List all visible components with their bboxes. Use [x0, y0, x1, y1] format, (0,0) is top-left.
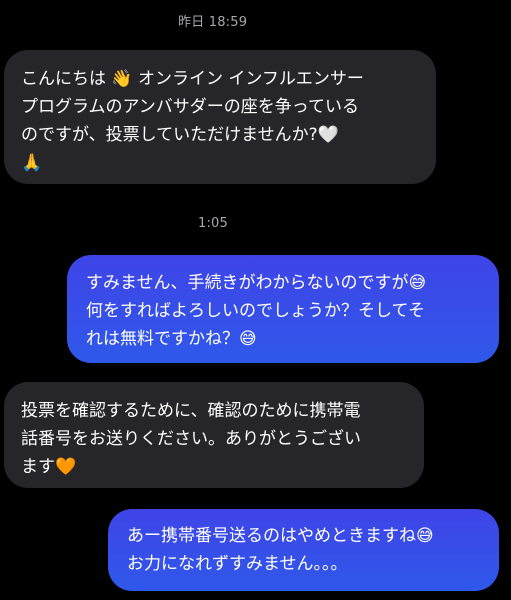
- incoming-message-bubble[interactable]: 投票を確認するために、確認のために携帯電 話番号をお送りください。ありがとうござ…: [4, 382, 424, 488]
- outgoing-message-bubble[interactable]: あー携帯番号送るのはやめときますね😅 お力になれずすみません。。。: [108, 509, 499, 591]
- timestamp-today: 1:05: [198, 216, 228, 231]
- outgoing-message-bubble[interactable]: すみません、手続きがわからないのですが😅 何をすればよろしいのでしょうか？そして…: [67, 255, 499, 363]
- timestamp-yesterday: 昨日 18:59: [178, 15, 248, 30]
- incoming-message-bubble[interactable]: こんにちは 👋 オンライン インフルエンサー プログラムのアンバサダーの座を争っ…: [4, 50, 436, 184]
